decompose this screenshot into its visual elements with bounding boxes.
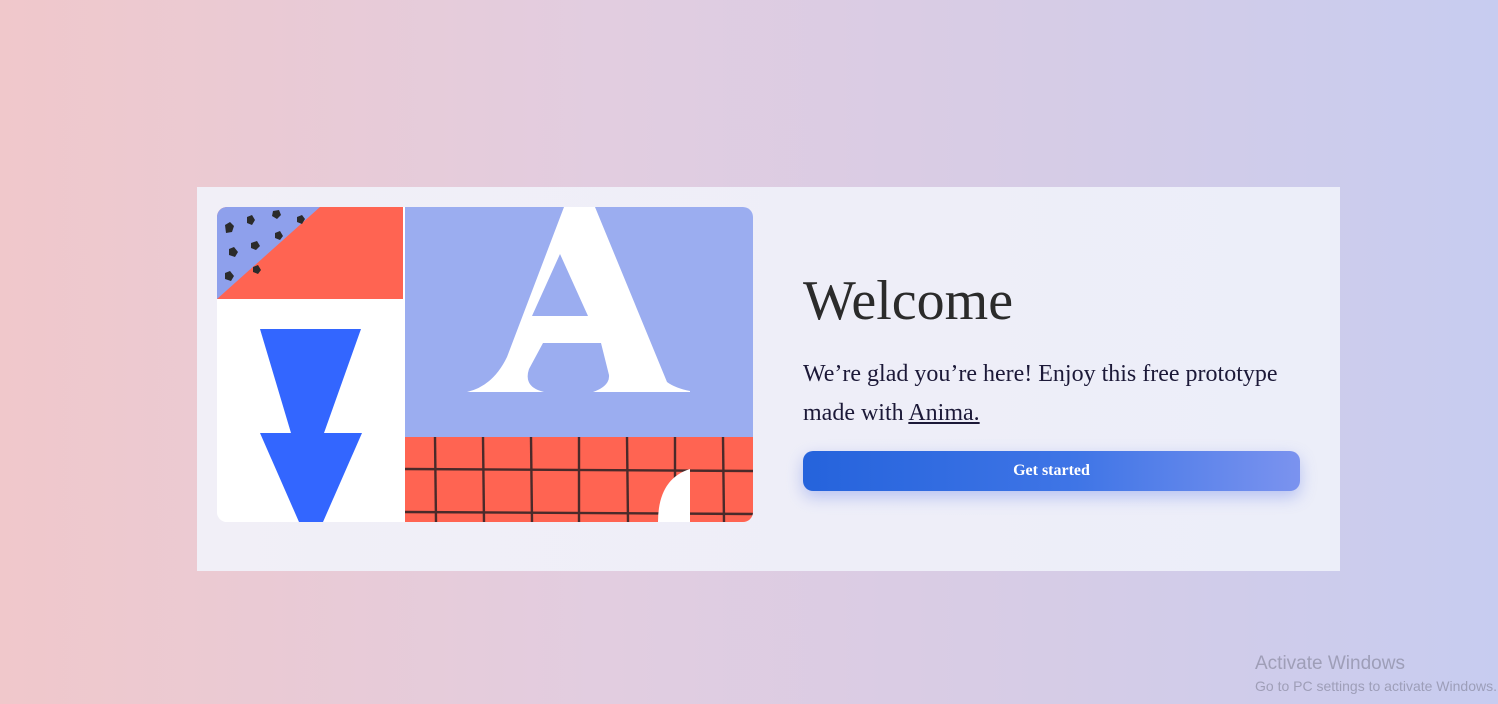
watermark-subtitle: Go to PC settings to activate Windows. (1255, 678, 1497, 694)
abstract-shapes-graphic (217, 207, 753, 522)
desktop-background: { "welcome": { "title": "Welcome", "intr… (0, 0, 1498, 704)
get-started-button[interactable]: Get started (803, 451, 1300, 491)
welcome-title: Welcome (803, 270, 1014, 332)
welcome-message: We’re glad you’re here! Enjoy this free … (803, 355, 1303, 433)
hero-illustration (217, 207, 753, 522)
welcome-card: Welcome We’re glad you’re here! Enjoy th… (197, 187, 1340, 571)
activate-windows-watermark: Activate Windows Go to PC settings to ac… (1255, 652, 1498, 696)
anima-link[interactable]: Anima. (908, 400, 979, 426)
watermark-title: Activate Windows (1255, 653, 1405, 674)
welcome-message-text: We’re glad you’re here! Enjoy this free … (803, 361, 1278, 426)
